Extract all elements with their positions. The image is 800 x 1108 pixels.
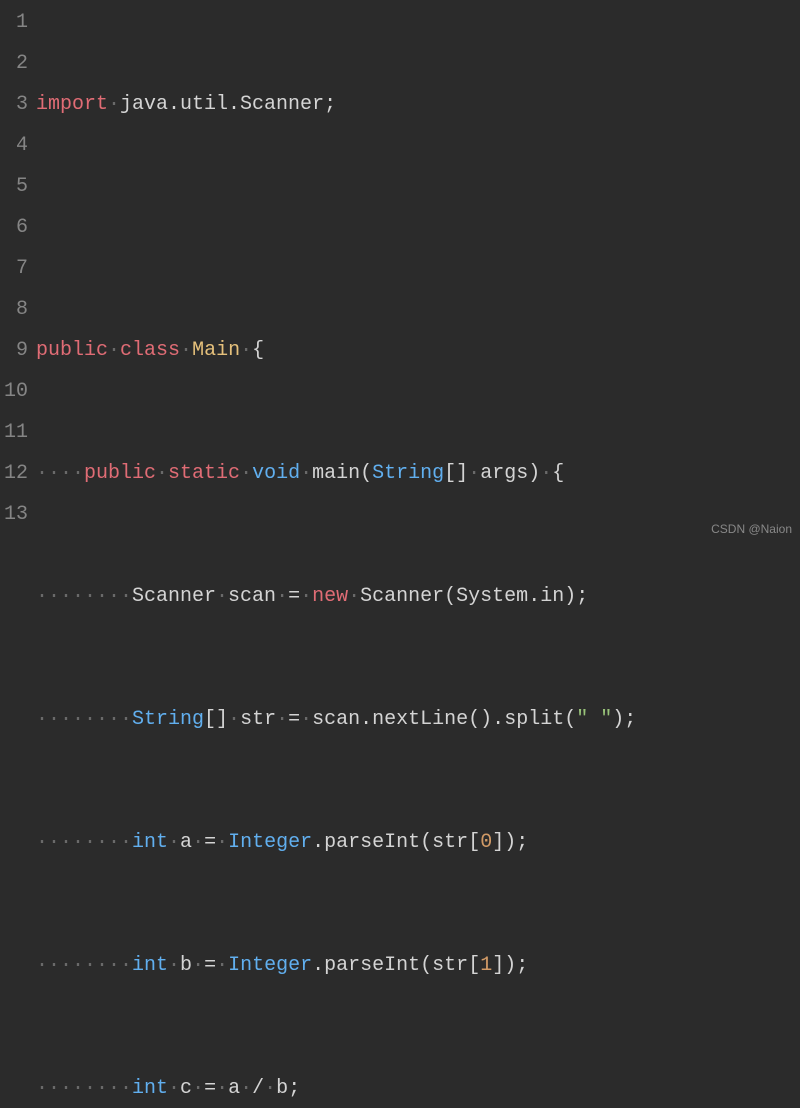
field-in: in bbox=[540, 585, 564, 608]
var-str: str bbox=[432, 954, 468, 977]
line-number: 4 bbox=[0, 125, 28, 166]
method-main: main bbox=[312, 462, 360, 485]
code-line-5: ········Scanner·scan·=·new·Scanner(Syste… bbox=[36, 576, 800, 617]
line-number: 8 bbox=[0, 289, 28, 330]
line-number: 9 bbox=[0, 330, 28, 371]
keyword-public: public bbox=[84, 462, 156, 485]
line-number: 3 bbox=[0, 84, 28, 125]
ctor-scanner: Scanner bbox=[360, 585, 444, 608]
type-string: String bbox=[372, 462, 444, 485]
line-number: 10 bbox=[0, 371, 28, 412]
keyword-import: import bbox=[36, 93, 108, 116]
code-line-2 bbox=[36, 207, 800, 248]
code-area[interactable]: import·java.util.Scanner; public·class·M… bbox=[36, 2, 800, 1108]
keyword-int: int bbox=[132, 831, 168, 854]
line-number: 13 bbox=[0, 494, 28, 535]
class-integer: Integer bbox=[228, 831, 312, 854]
var-c: c bbox=[180, 1077, 192, 1100]
code-line-3: public·class·Main·{ bbox=[36, 330, 800, 371]
keyword-static: static bbox=[168, 462, 240, 485]
method-parseint: parseInt bbox=[324, 831, 420, 854]
class-name: Main bbox=[192, 339, 240, 362]
line-number: 2 bbox=[0, 43, 28, 84]
code-line-9: ········int·c·=·a·/·b; bbox=[36, 1068, 800, 1108]
var-str: str bbox=[240, 708, 276, 731]
package-name: java.util.Scanner bbox=[120, 93, 324, 116]
code-line-4: ····public·static·void·main(String[]·arg… bbox=[36, 453, 800, 494]
line-number: 7 bbox=[0, 248, 28, 289]
keyword-new: new bbox=[312, 585, 348, 608]
class-integer: Integer bbox=[228, 954, 312, 977]
var-b: b bbox=[276, 1077, 288, 1100]
number-literal: 1 bbox=[480, 954, 492, 977]
keyword-class: class bbox=[120, 339, 180, 362]
code-line-1: import·java.util.Scanner; bbox=[36, 84, 800, 125]
code-line-8: ········int·b·=·Integer.parseInt(str[1])… bbox=[36, 945, 800, 986]
number-literal: 0 bbox=[480, 831, 492, 854]
line-number: 5 bbox=[0, 166, 28, 207]
keyword-void: void bbox=[252, 462, 300, 485]
line-number: 1 bbox=[0, 2, 28, 43]
method-parseint: parseInt bbox=[324, 954, 420, 977]
type-scanner: Scanner bbox=[132, 585, 216, 608]
method-split: split bbox=[504, 708, 564, 731]
keyword-int: int bbox=[132, 1077, 168, 1100]
var-str: str bbox=[432, 831, 468, 854]
param-args: args bbox=[480, 462, 528, 485]
var-scan: scan bbox=[228, 585, 276, 608]
operator-divide: / bbox=[252, 1077, 264, 1100]
var-a: a bbox=[228, 1077, 240, 1100]
line-number: 6 bbox=[0, 207, 28, 248]
code-line-7: ········int·a·=·Integer.parseInt(str[0])… bbox=[36, 822, 800, 863]
method-nextline: nextLine bbox=[372, 708, 468, 731]
code-line-6: ········String[]·str·=·scan.nextLine().s… bbox=[36, 699, 800, 740]
string-literal: " " bbox=[576, 708, 612, 731]
keyword-int: int bbox=[132, 954, 168, 977]
line-number: 11 bbox=[0, 412, 28, 453]
watermark: CSDN @Naion bbox=[711, 509, 792, 550]
line-number: 12 bbox=[0, 453, 28, 494]
var-b: b bbox=[180, 954, 192, 977]
var-a: a bbox=[180, 831, 192, 854]
var-scan: scan bbox=[312, 708, 360, 731]
code-editor: 1 2 3 4 5 6 7 8 9 10 11 12 13 import·jav… bbox=[0, 0, 800, 1108]
keyword-public: public bbox=[36, 339, 108, 362]
line-gutter: 1 2 3 4 5 6 7 8 9 10 11 12 13 bbox=[0, 2, 36, 1108]
class-system: System bbox=[456, 585, 528, 608]
type-string: String bbox=[132, 708, 204, 731]
